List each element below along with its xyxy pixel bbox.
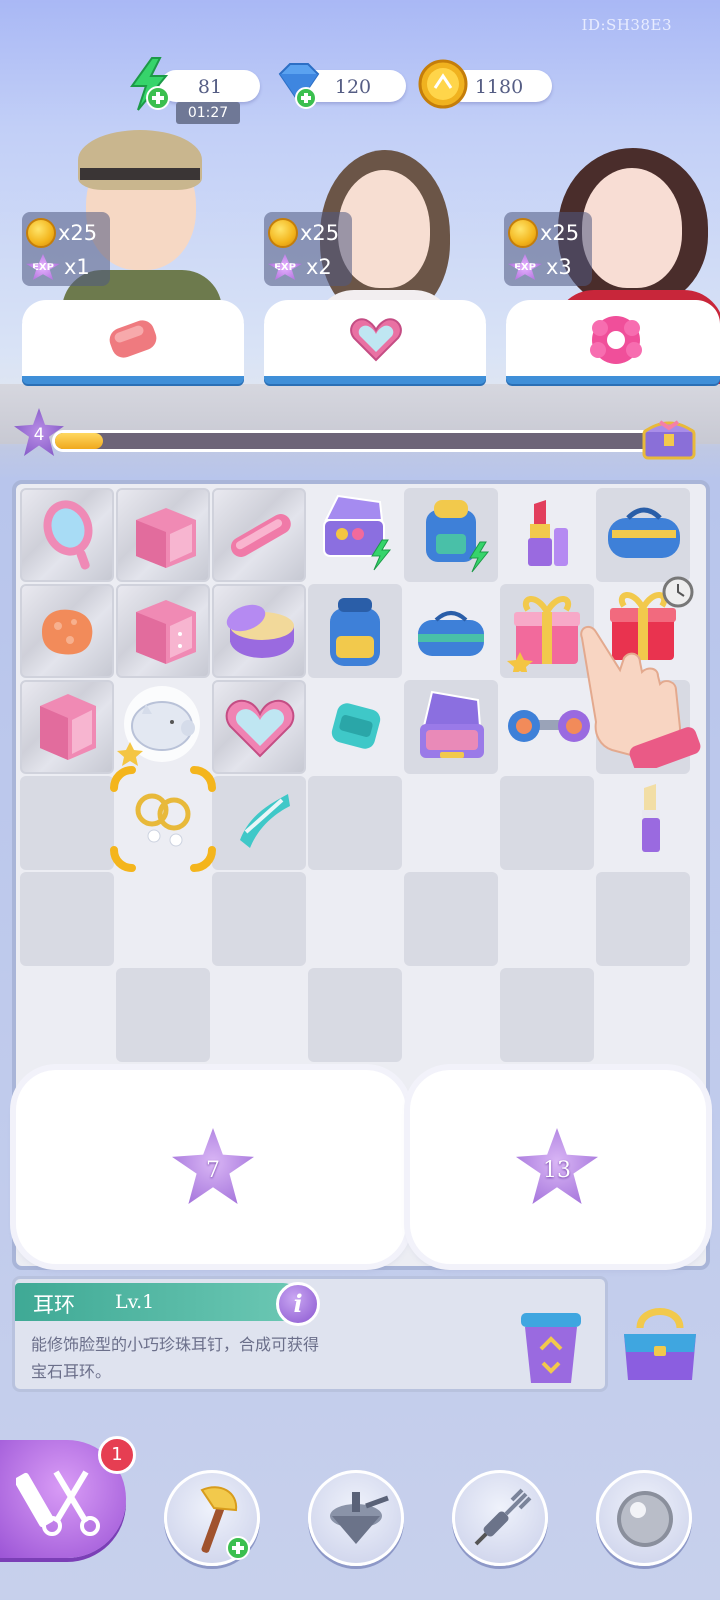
piggy-bank-icon[interactable] xyxy=(116,684,206,768)
board-cell[interactable] xyxy=(404,776,498,870)
exp-reward: x2 xyxy=(306,255,332,279)
notification-badge: 1 xyxy=(98,1436,136,1474)
locked-zone-1[interactable]: 7 xyxy=(16,1070,406,1264)
tutorial-hand-icon xyxy=(580,625,701,768)
tool-axe-button[interactable] xyxy=(164,1470,260,1566)
tool-dart-button[interactable] xyxy=(452,1470,548,1566)
comb-scissors-icon xyxy=(16,1470,100,1536)
order-reward-2: x25 EXP x2 xyxy=(264,212,352,286)
coin-reward: x25 xyxy=(300,221,340,245)
tool-top-button[interactable] xyxy=(308,1470,404,1566)
board-cell[interactable] xyxy=(596,872,690,966)
coin-reward: x25 xyxy=(540,221,580,245)
item-title-bar: 耳环 Lv.1 xyxy=(15,1283,301,1321)
board-cell[interactable] xyxy=(308,968,402,1062)
board-cell[interactable] xyxy=(212,968,306,1062)
sports-bag-icon[interactable] xyxy=(412,602,490,662)
exp-icon: EXP xyxy=(268,254,302,280)
board-cell[interactable] xyxy=(20,968,114,1062)
item-description: 能修饰脸型的小巧珍珠耳钉，合成可获得宝石耳环。 xyxy=(31,1335,320,1381)
order-card-3[interactable] xyxy=(506,300,720,384)
diamond-icon xyxy=(278,63,320,109)
hair-clip-icon[interactable] xyxy=(222,502,298,568)
board-cell[interactable] xyxy=(308,776,402,870)
player-id: ID:SH38E3 xyxy=(581,16,672,34)
pearl-earrings-icon[interactable] xyxy=(128,784,198,854)
board-cell[interactable] xyxy=(404,872,498,966)
pink-dresser-icon[interactable] xyxy=(126,596,202,668)
board-cell[interactable] xyxy=(20,776,114,870)
coin-reward: x25 xyxy=(58,221,98,245)
blue-backpack-icon[interactable] xyxy=(320,594,390,670)
level-progress-bar xyxy=(52,430,656,452)
level-progress-fill xyxy=(55,433,103,449)
board-cell[interactable] xyxy=(20,872,114,966)
board-cell[interactable] xyxy=(596,968,690,1062)
cream-jar-icon[interactable] xyxy=(220,596,300,666)
coin-icon xyxy=(26,218,56,248)
board-cell[interactable] xyxy=(500,776,594,870)
coin-icon xyxy=(508,218,538,248)
spinning-top-icon xyxy=(330,1492,389,1544)
makeup-box-generator-icon[interactable] xyxy=(316,490,396,574)
board-cell[interactable] xyxy=(116,872,210,966)
heart-compact-icon[interactable] xyxy=(222,692,298,762)
scrunchie-icon xyxy=(590,316,642,364)
locked-zone-2[interactable]: 13 xyxy=(410,1070,706,1264)
coin-icon xyxy=(418,59,468,109)
pink-cabinet-icon[interactable] xyxy=(126,502,202,570)
exp-icon: EXP xyxy=(26,254,60,280)
energy-value: 81 xyxy=(197,76,223,98)
board-cell[interactable] xyxy=(500,872,594,966)
tool-pearl-button[interactable] xyxy=(596,1470,692,1566)
makeup-case-icon[interactable] xyxy=(412,686,492,766)
hand-mirror-icon[interactable] xyxy=(34,498,104,572)
unlock-level-star-icon: 13 xyxy=(516,1128,598,1204)
board-cell[interactable] xyxy=(500,968,594,1062)
exp-reward: x1 xyxy=(64,255,90,279)
dart-icon xyxy=(474,1488,532,1546)
info-button[interactable]: i xyxy=(276,1282,320,1326)
axe-icon xyxy=(200,1486,250,1560)
board-cell[interactable] xyxy=(308,872,402,966)
heart-compact-icon xyxy=(350,318,402,362)
teal-wristband-icon[interactable] xyxy=(326,696,388,758)
order-card-1[interactable] xyxy=(22,300,244,384)
board-cell[interactable] xyxy=(404,968,498,1062)
sports-ribbon-icon[interactable] xyxy=(230,784,296,854)
backpack-generator-icon[interactable] xyxy=(412,490,494,574)
recycle-bin-icon[interactable] xyxy=(513,1309,589,1389)
board-cell[interactable] xyxy=(116,968,210,1062)
order-reward-3: x25 EXP x3 xyxy=(504,212,592,286)
item-name: 耳环 xyxy=(33,1293,75,1317)
duffel-bag-icon[interactable] xyxy=(602,500,686,566)
coin-icon xyxy=(268,218,298,248)
pink-nightstand-icon[interactable] xyxy=(32,690,104,764)
treasure-chest-icon[interactable] xyxy=(640,414,698,460)
exp-icon: EXP xyxy=(508,254,542,280)
soap-icon xyxy=(109,320,157,358)
energy-pill[interactable]: 81 xyxy=(160,70,260,102)
pearl-icon xyxy=(617,1491,673,1547)
exp-reward: x3 xyxy=(546,255,572,279)
item-level: Lv.1 xyxy=(115,1291,155,1313)
order-reward-1: x25 EXP x1 xyxy=(22,212,110,286)
inventory-bag-icon[interactable] xyxy=(614,1296,706,1388)
board-cell[interactable] xyxy=(212,872,306,966)
order-card-2[interactable] xyxy=(264,300,486,384)
lightning-icon xyxy=(130,57,170,111)
sponge-icon[interactable] xyxy=(36,602,98,660)
lip-balm-icon[interactable] xyxy=(632,782,672,858)
unlock-level-star-icon: 7 xyxy=(172,1128,254,1204)
lipstick-icon[interactable] xyxy=(520,498,576,570)
